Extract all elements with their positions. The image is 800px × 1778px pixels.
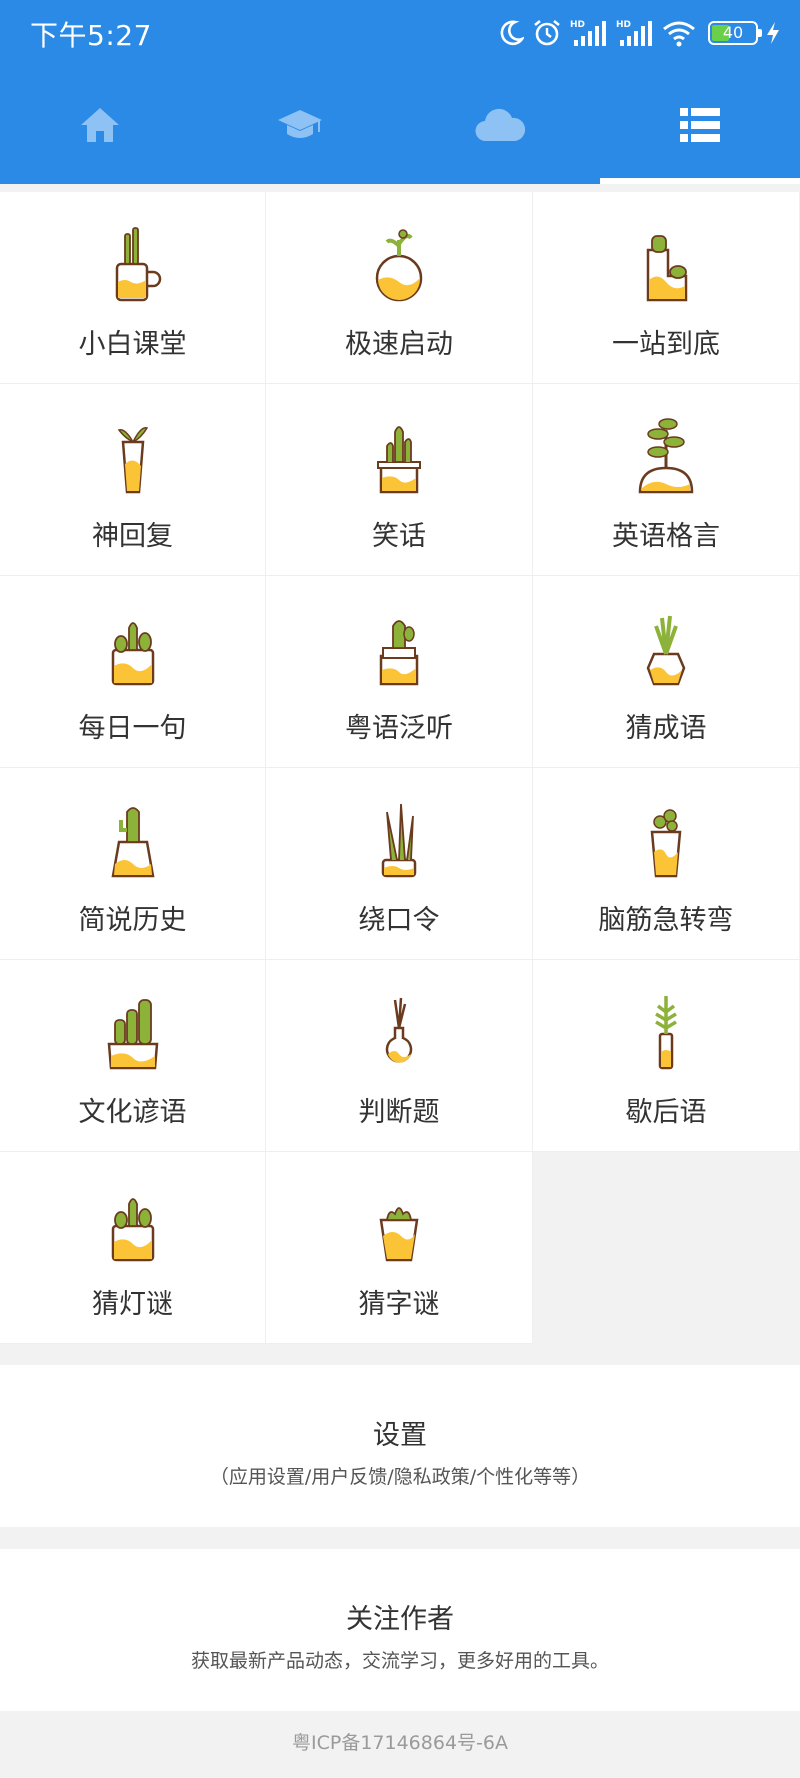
grid-item-label: 一站到底: [612, 329, 720, 360]
grass-hex-pot-icon: [618, 604, 714, 694]
grid-item[interactable]: 英语格言: [533, 384, 800, 576]
tab-active-indicator: [600, 178, 800, 184]
grid-item-label: 每日一句: [78, 713, 187, 744]
status-bar: 下午5:27 HD HD 40: [0, 0, 800, 66]
follow-title: 关注作者: [346, 1604, 454, 1635]
grid-item-label: 笑话: [372, 521, 426, 552]
clover-jar-icon: [618, 796, 714, 886]
grid-item[interactable]: 一站到底: [533, 192, 800, 384]
round-vase-plant-icon: [351, 220, 447, 310]
feature-grid: 小白课堂 极速启动 一站到底神回复 笑话 英语格言每日一句 粤语泛听 猜成语简说历史 绕口令 脑…: [0, 192, 800, 1344]
charging-icon: [766, 21, 780, 45]
battery-icon: 40: [708, 21, 762, 45]
svg-text:HD: HD: [570, 20, 585, 30]
list-icon: [680, 108, 720, 142]
grid-item[interactable]: 神回复: [0, 384, 266, 576]
grid-item-label: 判断题: [358, 1097, 440, 1128]
sprout-vase-icon: [85, 412, 181, 502]
home-icon: [81, 108, 119, 142]
grid-item-label: 神回复: [92, 521, 173, 552]
grid-item-label: 简说历史: [78, 905, 187, 936]
grid-item-label: 极速启动: [345, 329, 453, 360]
grid-item[interactable]: 判断题: [266, 960, 533, 1152]
grid-item[interactable]: 脑筋急转弯: [533, 768, 800, 960]
tab-cloud[interactable]: [400, 66, 600, 184]
moon-icon: [498, 19, 524, 47]
svg-text:HD: HD: [616, 20, 631, 30]
grid-item-label: 猜成语: [625, 713, 707, 744]
icp-footer[interactable]: 粤ICP备17146864号-6A: [0, 1728, 800, 1755]
grid-item[interactable]: 每日一句: [0, 576, 266, 768]
hd-signal-icon: HD: [616, 18, 654, 48]
grid-item-label: 脑筋急转弯: [598, 905, 734, 936]
cactus-step-pot-icon: [618, 220, 714, 310]
settings-subtitle: （应用设置/用户反馈/隐私政策/个性化等等）: [209, 1466, 591, 1488]
grid-item[interactable]: 笑话: [266, 384, 533, 576]
cactus-square-pot-icon: [85, 1180, 181, 1270]
settings-card[interactable]: 设置 （应用设置/用户反馈/隐私政策/个性化等等）: [0, 1365, 800, 1527]
tab-list[interactable]: [600, 66, 800, 184]
alarm-icon: [532, 18, 562, 48]
grid-item[interactable]: 猜成语: [533, 576, 800, 768]
tab-bar: [0, 66, 800, 184]
graduation-cap-icon: [278, 110, 322, 138]
cacti-group-pot-icon: [85, 988, 181, 1078]
grid-item[interactable]: 小白课堂: [0, 192, 266, 384]
cactus-mug-icon: [85, 220, 181, 310]
grid-item-label: 粤语泛听: [345, 713, 453, 744]
grid-item-label: 绕口令: [358, 905, 440, 936]
grid-item-label: 英语格言: [612, 521, 720, 552]
grid-item-label: 文化谚语: [78, 1097, 187, 1128]
saguaro-pot-icon: [85, 796, 181, 886]
follow-author-card[interactable]: 关注作者 获取最新产品动态，交流学习，更多好用的工具。: [0, 1549, 800, 1711]
grid-item[interactable]: 绕口令: [266, 768, 533, 960]
grid-item[interactable]: 粤语泛听: [266, 576, 533, 768]
succulent-cup-icon: [351, 1180, 447, 1270]
grid-item[interactable]: 极速启动: [266, 192, 533, 384]
settings-title: 设置: [373, 1420, 427, 1451]
status-icons: HD HD 40: [498, 16, 780, 50]
aloe-pot-icon: [351, 796, 447, 886]
grid-item[interactable]: 猜字谜: [266, 1152, 533, 1344]
tall-succulent-icon: [618, 988, 714, 1078]
tab-learn[interactable]: [200, 66, 400, 184]
cactus-square-pot-icon: [85, 604, 181, 694]
battery-level: 40: [722, 23, 744, 42]
grid-item[interactable]: 歇后语: [533, 960, 800, 1152]
grid-item-label: 猜字谜: [358, 1289, 440, 1320]
grid-item-label: 小白课堂: [78, 329, 187, 360]
grid-item-label: 歇后语: [625, 1097, 707, 1128]
follow-subtitle: 获取最新产品动态，交流学习，更多好用的工具。: [190, 1650, 609, 1672]
grid-item[interactable]: 简说历史: [0, 768, 266, 960]
tab-home[interactable]: [0, 66, 200, 184]
bonsai-tree-icon: [618, 412, 714, 502]
status-time: 下午5:27: [30, 19, 152, 52]
grid-item-label: 猜灯谜: [92, 1289, 173, 1320]
grid-item[interactable]: 猜灯谜: [0, 1152, 266, 1344]
wifi-icon: [662, 19, 696, 47]
bulb-vase-icon: [351, 988, 447, 1078]
cactus-box-pot-icon: [351, 412, 447, 502]
cloud-icon: [475, 108, 526, 142]
grid-item[interactable]: 文化谚语: [0, 960, 266, 1152]
hd-signal-icon: HD: [570, 18, 608, 48]
cactus-stacked-pot-icon: [351, 604, 447, 694]
